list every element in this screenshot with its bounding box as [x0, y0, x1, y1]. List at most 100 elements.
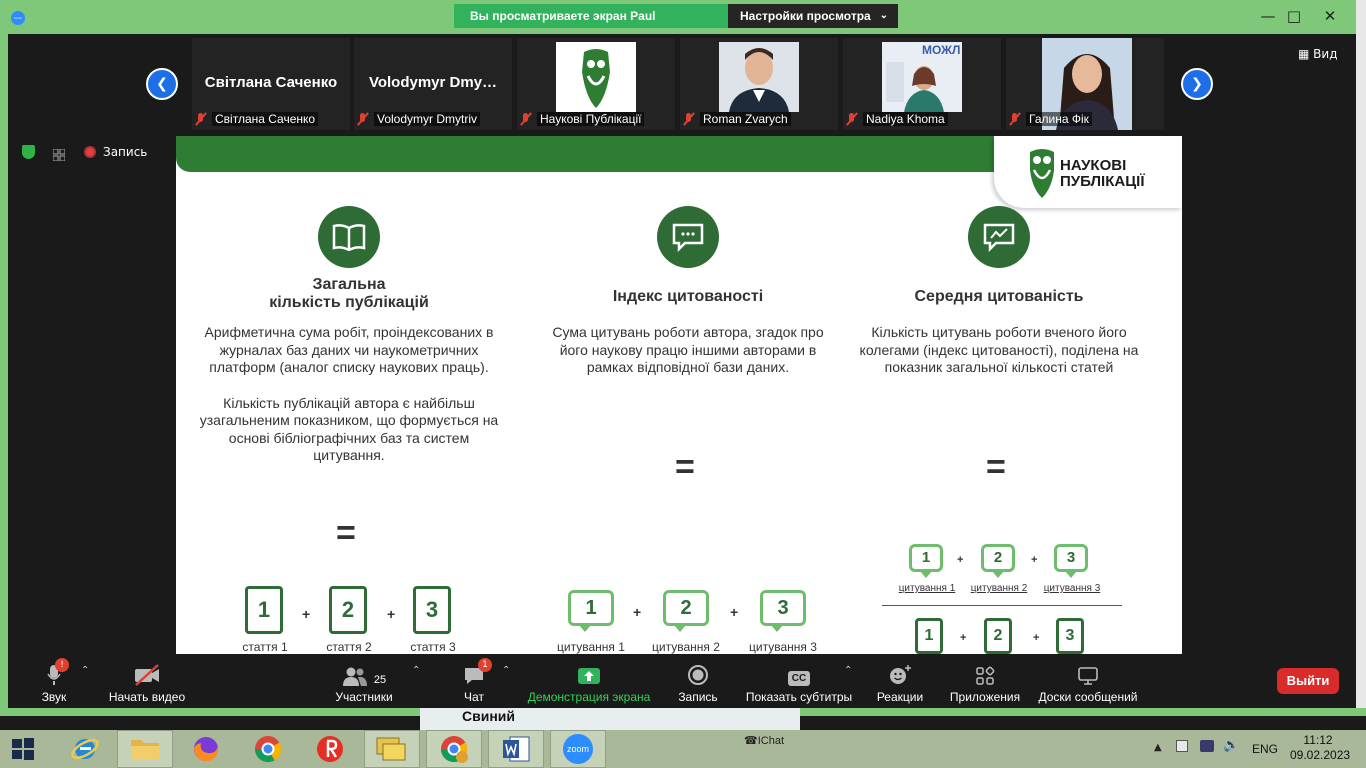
audio-label: Звук	[41, 690, 67, 704]
participant-tile[interactable]: Світлана Саченко Світлана Саченко	[192, 38, 350, 130]
citation-label: цитування 3	[749, 640, 817, 654]
ichat-taskbar-item[interactable]: ☎IChat	[744, 734, 784, 747]
participant-display-name: Світлана Саченко	[204, 74, 338, 91]
start-video-button[interactable]: Начать видео	[106, 662, 188, 704]
article-document-icon: 2	[329, 586, 367, 634]
background-text: МОЖЛ	[922, 43, 960, 57]
clock-time: 11:12	[1303, 733, 1333, 747]
maximize-button[interactable]: □	[1282, 6, 1306, 26]
security-shield-icon[interactable]	[22, 145, 35, 159]
book-icon	[318, 206, 380, 268]
video-off-icon	[106, 662, 188, 686]
column-total-publications: Загальна кількість публікацій Арифметична…	[199, 206, 499, 465]
people-icon: 25	[332, 662, 396, 686]
participants-options-caret[interactable]: ⌃	[412, 665, 420, 676]
firefox-icon[interactable]	[178, 730, 234, 768]
share-screen-button[interactable]: Демонстрация экрана	[524, 662, 654, 704]
word-icon[interactable]	[488, 730, 544, 768]
article-document-icon: 1	[245, 586, 283, 634]
yandex-browser-icon[interactable]	[302, 730, 358, 768]
apps-label: Приложения	[949, 690, 1021, 704]
audio-options-caret[interactable]: ⌃	[81, 665, 89, 676]
citation-bubble: 1	[909, 544, 943, 578]
system-clock[interactable]: 11:12 09.02.2023	[1290, 733, 1351, 763]
apps-icon	[946, 662, 1024, 686]
clock-date: 09.02.2023	[1290, 748, 1351, 762]
logo-line-2: ПУБЛІКАЦІЇ	[1060, 173, 1145, 190]
article-document-icon: 3	[413, 586, 451, 634]
start-video-label: Начать видео	[108, 690, 186, 704]
start-button[interactable]	[0, 730, 46, 768]
column-title: Загальна кількість публікацій	[199, 276, 499, 312]
closed-captions-icon: CC	[744, 662, 854, 686]
muted-mic-icon	[682, 112, 696, 126]
participant-tile[interactable]: МОЖЛ Nadiya Khoma	[843, 38, 1001, 130]
screen-share-banner: Вы просматриваете экран Paul Kolomiets Н…	[454, 4, 898, 47]
record-button[interactable]: Запись	[676, 662, 720, 704]
chat-bubble-icon	[657, 206, 719, 268]
chrome-profile-icon[interactable]	[426, 730, 482, 768]
whiteboards-button[interactable]: Доски сообщений	[1034, 662, 1142, 704]
speaker-icon[interactable]: 🔈	[1223, 738, 1239, 753]
article-document-icon: 1	[915, 618, 943, 654]
apps-grid-icon[interactable]	[52, 146, 66, 162]
participants-button[interactable]: 25 Участники	[332, 662, 396, 704]
internet-explorer-icon[interactable]	[57, 730, 113, 768]
column-description: Арифметична сума робіт, проіндексованих …	[204, 324, 494, 375]
citation-label: цитування 3	[1043, 583, 1101, 594]
plus-sign: +	[1033, 632, 1040, 644]
citation-label: цитування 1	[557, 640, 625, 654]
file-explorer-icon[interactable]	[117, 730, 173, 768]
captions-button[interactable]: CC Показать субтитры	[744, 662, 854, 704]
language-indicator[interactable]: ENG	[1252, 742, 1278, 756]
close-button[interactable]: ✕	[1318, 6, 1342, 26]
trend-chat-icon	[968, 206, 1030, 268]
article-label: стаття 1	[242, 640, 288, 654]
title-line-1: Загальна	[312, 276, 386, 293]
show-hidden-icons-button[interactable]: ▲	[1154, 742, 1162, 753]
captions-label: Показать субтитры	[745, 690, 853, 704]
whiteboards-label: Доски сообщений	[1038, 690, 1138, 704]
column-title: Середня цитованість	[914, 288, 1084, 305]
view-settings-menu[interactable]: Настройки просмотра ⌄	[728, 4, 898, 28]
participant-name: Наукові Публікації	[537, 112, 645, 126]
equals-sign: =	[986, 448, 1006, 486]
column-description: Сума цитувань роботи автора, згадок про …	[552, 324, 824, 375]
minimize-button[interactable]: —	[1256, 6, 1280, 26]
participant-video-feed: МОЖЛ	[882, 42, 962, 112]
participant-name: Roman Zvarych	[700, 112, 791, 126]
gallery-next-button[interactable]: ❯	[1181, 68, 1213, 100]
phone-icon: ☎	[744, 735, 758, 747]
record-icon	[676, 662, 720, 686]
captions-options-caret[interactable]: ⌃	[844, 665, 852, 676]
smiley-plus-icon	[874, 662, 926, 686]
zoom-taskbar-icon[interactable]: zoom	[550, 730, 606, 768]
apps-button[interactable]: Приложения	[946, 662, 1024, 704]
battery-icon[interactable]	[1200, 740, 1214, 752]
participant-name: Nadiya Khoma	[863, 112, 948, 126]
view-button[interactable]: ▦ Вид	[1298, 47, 1337, 61]
participant-tile[interactable]: Roman Zvarych	[680, 38, 838, 130]
chat-options-caret[interactable]: ⌃	[502, 665, 510, 676]
title-line-2: кількість публікацій	[269, 294, 429, 311]
muted-mic-icon	[194, 112, 208, 126]
network-flag-icon[interactable]	[1176, 740, 1188, 752]
window-border-left	[0, 0, 8, 716]
background-window-edge	[1356, 0, 1366, 716]
file-manager-icon[interactable]	[364, 730, 420, 768]
participant-tile[interactable]: Volodymyr Dmy… Volodymyr Dmytriv	[354, 38, 512, 130]
background-window-text: Свиний	[462, 708, 515, 724]
ichat-label: IChat	[757, 735, 784, 747]
article-document-icon: 3	[1056, 618, 1084, 654]
reactions-button[interactable]: Реакции	[874, 662, 926, 704]
owl-logo-icon	[1030, 149, 1054, 198]
participant-name: Галина Фік	[1026, 112, 1092, 126]
owl-logo-avatar	[556, 42, 636, 112]
plus-sign: +	[1031, 554, 1038, 566]
gallery-prev-button[interactable]: ❮	[146, 68, 178, 100]
article-document-icon: 2	[984, 618, 1012, 654]
participant-tile[interactable]: Галина Фік	[1006, 38, 1164, 130]
leave-meeting-button[interactable]: Выйти	[1277, 668, 1339, 694]
participant-tile[interactable]: Наукові Публікації	[517, 38, 675, 130]
chrome-icon[interactable]	[240, 730, 296, 768]
